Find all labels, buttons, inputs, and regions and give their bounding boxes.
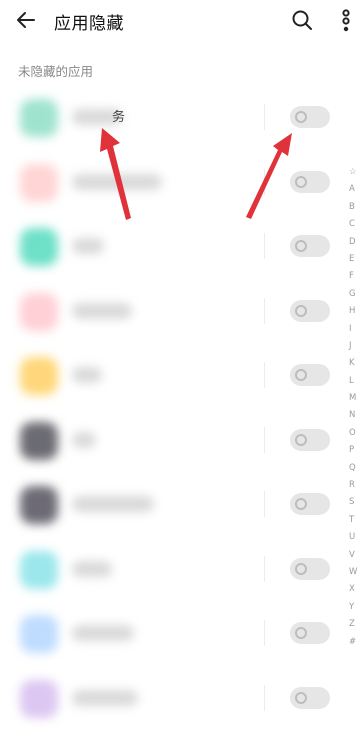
search-icon[interactable] <box>290 8 314 32</box>
app-icon <box>20 292 58 331</box>
index-letter[interactable]: R <box>349 477 357 494</box>
toggle-knob <box>295 691 307 704</box>
app-icon <box>20 679 58 718</box>
app-name-blurred <box>72 431 96 448</box>
hide-app-toggle[interactable] <box>290 557 330 580</box>
app-icon <box>20 421 58 460</box>
list-item <box>0 667 350 732</box>
app-icon <box>20 228 58 266</box>
divider <box>264 297 265 324</box>
app-icon <box>20 486 58 524</box>
app-icon <box>20 99 58 137</box>
hide-app-toggle[interactable] <box>290 106 330 128</box>
list-item <box>0 473 350 538</box>
app-icon <box>20 163 58 202</box>
divider <box>264 620 265 646</box>
hide-app-toggle[interactable] <box>290 428 330 451</box>
app-name-blurred <box>72 367 102 383</box>
more-vertical-icon[interactable] <box>338 9 354 33</box>
index-letter[interactable]: M <box>349 390 357 407</box>
list-item <box>0 280 350 345</box>
index-letter[interactable]: Y <box>349 599 357 616</box>
app-name-blurred <box>72 173 162 190</box>
toggle-knob <box>295 240 307 252</box>
toggle-knob <box>295 627 307 639</box>
list-item: 务 <box>0 86 350 151</box>
hide-app-toggle[interactable] <box>290 686 330 709</box>
hide-app-toggle[interactable] <box>290 364 330 386</box>
toggle-knob <box>295 175 307 188</box>
hide-app-toggle[interactable] <box>290 622 330 644</box>
app-name-blurred <box>72 625 134 641</box>
divider <box>264 555 265 582</box>
app-icon <box>20 615 58 653</box>
index-letter[interactable]: A <box>349 181 357 198</box>
list-item <box>0 215 350 280</box>
index-letter[interactable]: N <box>349 407 357 424</box>
app-name-blurred <box>72 238 104 254</box>
divider <box>264 168 265 195</box>
arrow-left-icon[interactable] <box>14 8 38 32</box>
hide-app-toggle[interactable] <box>290 299 330 322</box>
index-letter[interactable]: Q <box>349 460 357 477</box>
index-letter[interactable]: X <box>349 581 357 598</box>
toggle-knob <box>295 433 307 446</box>
index-letter[interactable]: C <box>349 216 357 233</box>
toggle-knob <box>295 498 307 510</box>
app-icon <box>20 550 58 589</box>
divider <box>264 426 265 453</box>
toggle-knob <box>295 111 307 123</box>
index-letter[interactable]: F <box>349 268 357 285</box>
list-item <box>0 538 350 603</box>
divider <box>264 104 265 130</box>
toggle-knob <box>295 369 307 381</box>
toggle-knob <box>295 562 307 575</box>
list-item <box>0 409 350 474</box>
index-letter[interactable]: U <box>349 529 357 546</box>
toggle-knob <box>295 304 307 317</box>
index-letter[interactable]: S <box>349 494 357 511</box>
index-letter[interactable]: T <box>349 512 357 529</box>
index-letter[interactable]: J <box>349 338 357 355</box>
index-letter[interactable]: I <box>349 321 357 338</box>
index-letter[interactable]: G <box>349 286 357 303</box>
list-item <box>0 151 350 216</box>
index-letter[interactable]: P <box>349 442 357 459</box>
index-letter[interactable]: ☆ <box>349 164 357 181</box>
app-name-blurred <box>72 689 138 706</box>
page-title: 应用隐藏 <box>54 14 124 34</box>
alphabet-index-bar[interactable]: ☆ A B C D E F G H I J K L M N O P Q R S T U V W X Y Z # <box>349 164 357 651</box>
top-app-bar: 应用隐藏 <box>0 0 357 42</box>
app-name-label: 务 <box>112 110 126 125</box>
hide-app-toggle[interactable] <box>290 170 330 193</box>
index-letter[interactable]: D <box>349 234 357 251</box>
index-letter[interactable]: V <box>349 547 357 564</box>
index-letter[interactable]: E <box>349 251 357 268</box>
app-icon <box>20 357 58 395</box>
index-letter[interactable]: B <box>349 199 357 216</box>
section-label-unhidden-apps: 未隐藏的应用 <box>18 64 94 79</box>
divider <box>264 233 265 259</box>
index-letter[interactable]: H <box>349 303 357 320</box>
index-letter[interactable]: W <box>349 564 357 581</box>
index-letter[interactable]: O <box>349 425 357 442</box>
list-item <box>0 344 350 409</box>
divider <box>264 684 265 711</box>
index-letter[interactable]: K <box>349 355 357 372</box>
divider <box>264 491 265 517</box>
index-letter[interactable]: L <box>349 373 357 390</box>
app-name-blurred <box>72 302 132 319</box>
divider <box>264 362 265 388</box>
app-name-blurred <box>72 560 112 577</box>
hide-app-toggle[interactable] <box>290 235 330 257</box>
hide-app-toggle[interactable] <box>290 493 330 515</box>
index-letter[interactable]: Z <box>349 616 357 633</box>
app-list: 务 <box>0 86 350 731</box>
app-name-blurred <box>72 496 154 512</box>
list-item <box>0 602 350 667</box>
index-letter[interactable]: # <box>349 634 357 651</box>
